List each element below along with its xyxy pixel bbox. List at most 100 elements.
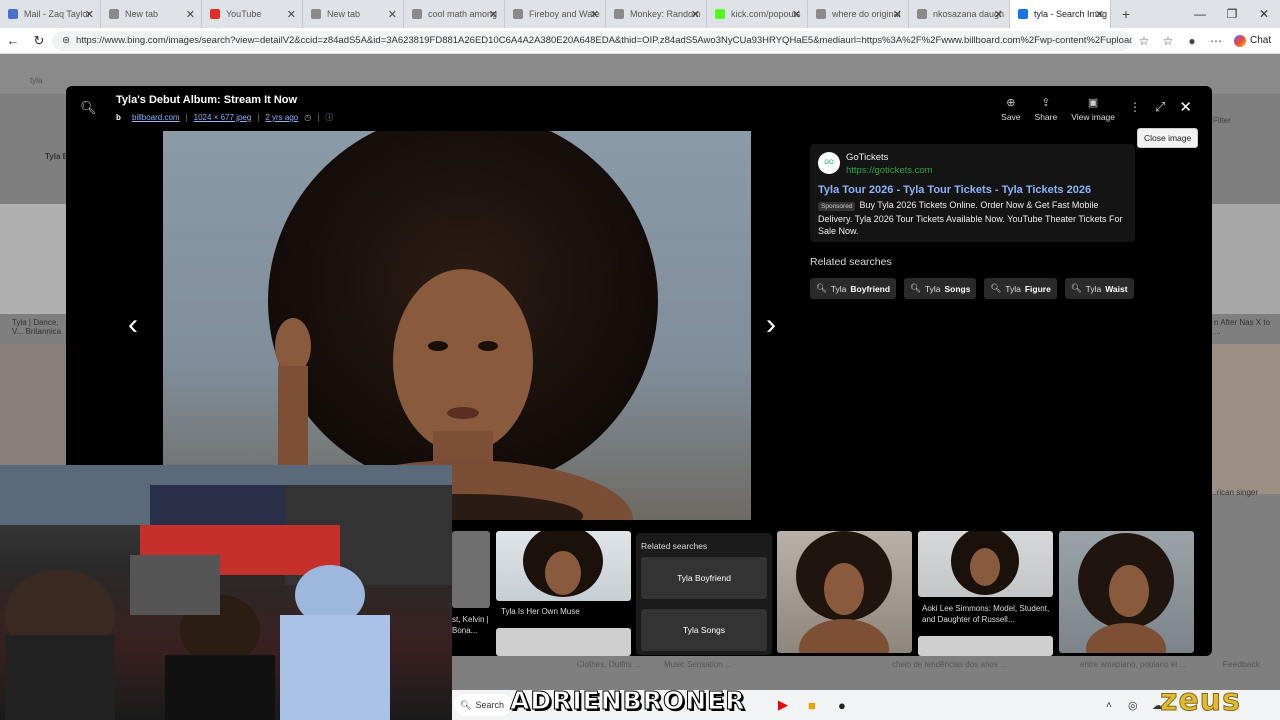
tab-label: Mail - Zaq Taylor (24, 9, 91, 19)
profile-icon[interactable]: ● (1180, 34, 1204, 48)
thumb-partial[interactable] (452, 531, 490, 608)
browser-tab[interactable]: nkosazana daugh ✕ (909, 0, 1010, 28)
tray-app-icon[interactable]: ◎ (1128, 699, 1138, 712)
app-taskbar-icon[interactable]: ● (838, 698, 846, 713)
tab-favicon-icon (614, 9, 624, 19)
right-panel: GO GoTickets https://gotickets.com Tyla … (810, 144, 1135, 299)
source-link[interactable]: billboard.com (132, 113, 180, 122)
related-chip[interactable]: 🔍︎ Tyla Songs (904, 278, 977, 299)
browser-tab[interactable]: where do original ✕ (808, 0, 909, 28)
thumb-tyla-muse[interactable] (496, 531, 631, 601)
browser-tab[interactable]: Fireboy and Wate ✕ (505, 0, 606, 28)
back-icon[interactable]: ← (0, 33, 26, 48)
more-options-icon[interactable]: ⋮ (1129, 100, 1141, 114)
image-icon: ▣ (1087, 97, 1099, 109)
tab-close-icon[interactable]: ✕ (893, 8, 902, 21)
ad-site-link[interactable]: https://gotickets.com (846, 165, 933, 176)
chat-button[interactable]: Chat (1234, 34, 1271, 47)
browser-tab[interactable]: New tab ✕ (303, 0, 404, 28)
webcam-scene (0, 465, 452, 720)
thumb-small-2[interactable] (918, 636, 1053, 656)
thumb-small[interactable] (496, 628, 631, 656)
copilot-icon (1234, 34, 1246, 47)
streamer-name-overlay: ADRIENBRONER (509, 686, 746, 716)
close-window-icon[interactable]: ✕ (1248, 0, 1280, 28)
new-tab-icon[interactable]: + (1111, 6, 1141, 22)
tab-close-icon[interactable]: ✕ (691, 8, 700, 21)
browser-tab[interactable]: YouTube ✕ (202, 0, 303, 28)
bing-search-query: tyla (30, 76, 43, 85)
info-icon[interactable]: ⓘ (325, 112, 333, 123)
close-image-icon[interactable]: ✕ (1179, 98, 1192, 116)
related-chip[interactable]: 🔍︎ Tyla Figure (984, 278, 1057, 299)
taskbar-search[interactable]: 🔍︎ Search (454, 694, 512, 716)
tab-close-icon[interactable]: ✕ (792, 8, 801, 21)
tab-close-icon[interactable]: ✕ (186, 8, 195, 21)
browser-tab[interactable]: cool math among ✕ (404, 0, 505, 28)
visual-search-icon[interactable]: 🔍︎ (80, 100, 97, 116)
folder-icon[interactable]: ■ (808, 698, 816, 713)
tab-close-icon[interactable]: ✕ (388, 8, 397, 21)
thumb-aoki[interactable] (918, 531, 1053, 597)
main-image[interactable] (163, 131, 751, 520)
tab-close-icon[interactable]: ✕ (590, 8, 599, 21)
tab-close-icon[interactable]: ✕ (85, 8, 94, 21)
ad-headline[interactable]: Tyla Tour 2026 - Tyla Tour Tickets - Tyl… (818, 184, 1091, 196)
search-icon: 🔍︎ (1070, 283, 1082, 293)
previous-arrow-icon[interactable]: ‹ (128, 308, 138, 342)
youtube-taskbar-icon[interactable]: ▶ (778, 697, 788, 713)
thumb-tyla-3[interactable] (777, 531, 912, 653)
image-title[interactable]: Tyla's Debut Album: Stream It Now (116, 94, 297, 106)
share-button[interactable]: ⇪ Share (1035, 96, 1058, 122)
dimensions-link[interactable]: 1024 × 677 jpeg (194, 113, 252, 122)
tab-favicon-icon (8, 9, 18, 19)
tab-close-icon[interactable]: ✕ (1095, 8, 1104, 21)
next-arrow-icon[interactable]: › (766, 308, 776, 342)
tab-label: YouTube (226, 9, 262, 19)
tab-close-icon[interactable]: ✕ (287, 8, 296, 21)
history-icon: ◷ (304, 113, 312, 122)
sponsored-ad[interactable]: GO GoTickets https://gotickets.com Tyla … (810, 144, 1135, 242)
refresh-icon[interactable]: ↻ (26, 33, 52, 49)
url-text: https://www.bing.com/images/search?view=… (75, 35, 1132, 46)
browser-tab[interactable]: Monkey: Random ✕ (606, 0, 707, 28)
more-icon[interactable]: ⋯ (1204, 34, 1228, 48)
related-item[interactable]: Tyla Boyfriend (641, 557, 767, 599)
sponsored-badge: Sponsored (818, 202, 856, 211)
tab-label: where do original (832, 9, 901, 19)
tab-label: New tab (327, 9, 361, 19)
age-link[interactable]: 2 yrs ago (265, 113, 298, 122)
fullscreen-icon[interactable]: ⤢ (1155, 99, 1165, 115)
share-icon: ⇪ (1041, 97, 1051, 109)
browser-tab[interactable]: Mail - Zaq Taylor ✕ (0, 0, 101, 28)
maximize-icon[interactable]: ❐ (1216, 0, 1248, 28)
related-chip[interactable]: 🔍︎ Tyla Boyfriend (810, 278, 897, 299)
related-chip[interactable]: 🔍︎ Tyla Waist (1064, 278, 1134, 299)
url-field[interactable]: ⊜ https://www.bing.com/images/search?vie… (52, 30, 1132, 51)
collections-icon[interactable]: ☆ (1156, 34, 1180, 48)
view-image-button[interactable]: ▣ View image (1071, 96, 1115, 122)
portrait-photo (268, 131, 658, 520)
browser-tab[interactable]: New tab ✕ (101, 0, 202, 28)
thumb-tyla-4[interactable] (1059, 531, 1194, 653)
tray-chevron-icon[interactable]: ˄ (1106, 700, 1112, 711)
browser-tab[interactable]: tyla - Search Imag ✕ (1010, 0, 1111, 28)
feedback-link[interactable]: Feedback (1223, 659, 1260, 669)
tab-favicon-icon (109, 9, 119, 19)
tab-close-icon[interactable]: ✕ (994, 8, 1003, 21)
tab-favicon-icon (311, 9, 321, 19)
bg-bottom-caption-2: Music Sensation ... (664, 660, 732, 669)
tab-favicon-icon (1018, 9, 1028, 19)
related-item[interactable]: Tyla Songs (641, 609, 767, 651)
tab-label: kick.com/popouts (731, 9, 801, 19)
site-info-icon[interactable]: ⊜ (62, 35, 70, 46)
save-button[interactable]: ⊕ Save (1001, 96, 1020, 122)
bing-source-icon: b (116, 112, 121, 122)
browser-tab[interactable]: kick.com/popouts ✕ (707, 0, 808, 28)
favorite-icon[interactable]: ☆ (1132, 34, 1156, 48)
filter-label[interactable]: Filter (1213, 116, 1231, 125)
tab-close-icon[interactable]: ✕ (489, 8, 498, 21)
close-image-tooltip: Close image (1137, 128, 1199, 148)
save-icon: ⊕ (1006, 97, 1016, 109)
minimize-icon[interactable]: — (1184, 0, 1216, 28)
